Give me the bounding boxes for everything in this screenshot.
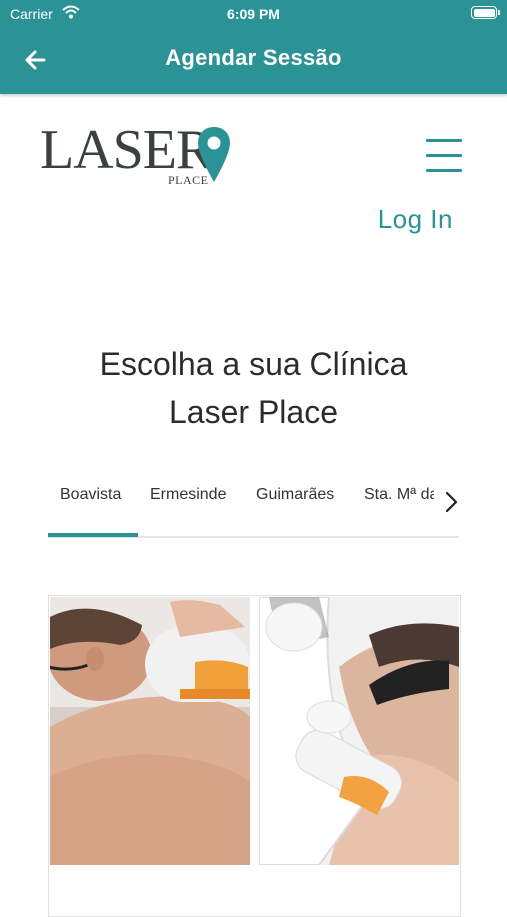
logo-wordmark: LASER <box>40 119 213 181</box>
tab-clip: Sta. Mª da <box>364 480 434 520</box>
clinic-tabs: Boavista Ermesinde Guimarães Sta. Mª da <box>48 480 459 538</box>
clinic-heading: Escolha a sua Clínica Laser Place <box>0 340 507 436</box>
laser-treatment-back-photo <box>50 597 250 865</box>
status-time: 6:09 PM <box>227 6 280 22</box>
active-tab-indicator <box>48 533 138 537</box>
page-title: Agendar Sessão <box>165 45 342 70</box>
hamburger-menu-icon[interactable] <box>426 139 462 173</box>
tab-guimaraes[interactable]: Guimarães <box>256 486 334 504</box>
chevron-right-icon[interactable] <box>441 489 461 515</box>
clinic-heading-line1: Escolha a sua Clínica <box>99 346 408 382</box>
logo-subtext: PLACE <box>168 173 209 187</box>
login-link[interactable]: Log In <box>378 204 453 235</box>
tab-sta-maria[interactable]: Sta. Mª da <box>364 486 434 504</box>
clinic-heading-line2: Laser Place <box>169 394 338 430</box>
tab-ermesinde[interactable]: Ermesinde <box>150 486 226 504</box>
laser-place-logo[interactable]: LASER PLACE <box>40 120 240 192</box>
status-bar: Carrier 6:09 PM <box>0 0 507 28</box>
clinic-card[interactable] <box>48 595 461 917</box>
laser-treatment-underarm-photo <box>259 597 459 865</box>
app-header: Carrier 6:09 PM Agendar Sessão <box>0 0 507 94</box>
tab-boavista[interactable]: Boavista <box>60 486 121 504</box>
battery-icon <box>471 6 500 19</box>
